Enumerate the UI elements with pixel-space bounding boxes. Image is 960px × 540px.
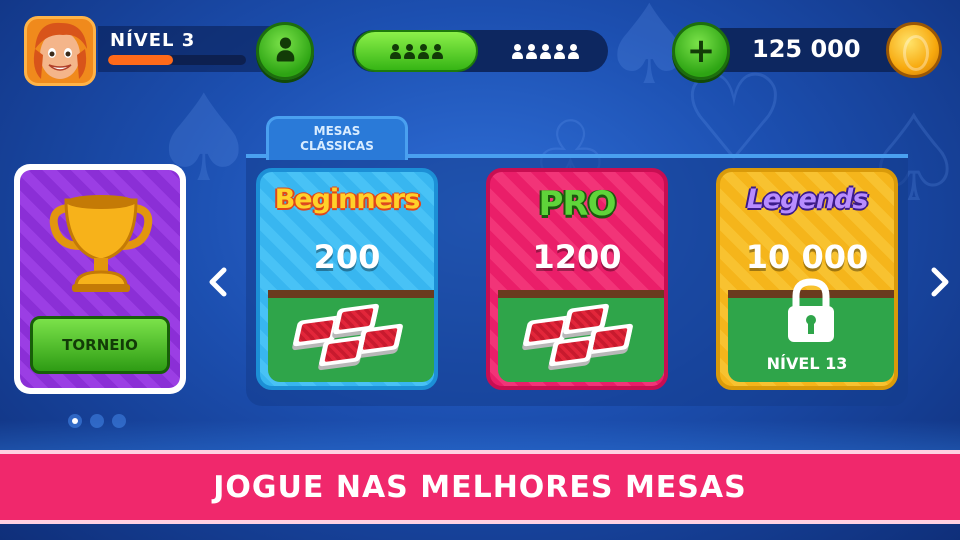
coin-amount: 125 000 [752,35,861,63]
person-icon [567,43,579,59]
table-name: PRO [538,184,616,224]
chevron-left-icon [209,267,227,297]
banner-text: JOGUE NAS MELHORES MESAS [213,469,747,505]
classic-tables-tab: MESAS CLÁSSICAS [266,116,408,160]
table-price: 200 [313,238,381,276]
avatar-portrait-icon [33,22,87,79]
next-arrow-button[interactable] [928,266,952,306]
tournament-card-body: TORNEIO [20,170,180,388]
table-felt [498,290,664,382]
table-card-legends[interactable]: Legends 10 000 NÍVEL 13 [716,168,898,390]
tournament-card[interactable]: TORNEIO [14,164,186,394]
player-avatar[interactable] [24,16,96,86]
person-icon [431,43,443,59]
five-players-option[interactable] [484,32,606,70]
lock-icon [788,278,834,342]
unlock-level-label: NÍVEL 13 [766,354,848,373]
table-name: Beginners [274,184,421,215]
level-label: NÍVEL 3 [110,30,196,51]
tournament-button[interactable]: TORNEIO [30,316,170,374]
person-icon [511,43,523,59]
person-icon [525,43,537,59]
table-card-beginners[interactable]: Beginners 200 [256,168,438,390]
domino-tile [318,335,366,367]
profile-button[interactable] [256,22,314,80]
add-coins-button[interactable]: + [672,22,730,80]
person-icon [389,43,401,59]
table-felt [268,290,434,382]
table-price: 10 000 [745,238,869,276]
table-card-pro[interactable]: PRO 1200 [486,168,668,390]
table-name: Legends [746,184,869,215]
top-bar: NÍVEL 3 + 125 000 [0,0,960,100]
person-icon [553,43,565,59]
chevron-right-icon [931,267,949,297]
level-progress-fill [108,55,173,65]
trophy-icon [49,195,153,292]
promo-banner: JOGUE NAS MELHORES MESAS [0,450,960,524]
coin-icon [886,22,942,78]
previous-arrow-button[interactable] [206,266,230,306]
four-players-option[interactable] [354,30,478,72]
table-price: 1200 [532,238,622,276]
tab-label-line1: MESAS [313,124,361,138]
person-icon [417,43,429,59]
tab-label-line2: CLÁSSICAS [300,139,374,153]
level-progress-bar [108,55,246,65]
domino-tile [548,335,596,367]
user-icon [276,37,294,61]
plus-icon: + [686,31,716,71]
person-icon [403,43,415,59]
person-icon [539,43,551,59]
